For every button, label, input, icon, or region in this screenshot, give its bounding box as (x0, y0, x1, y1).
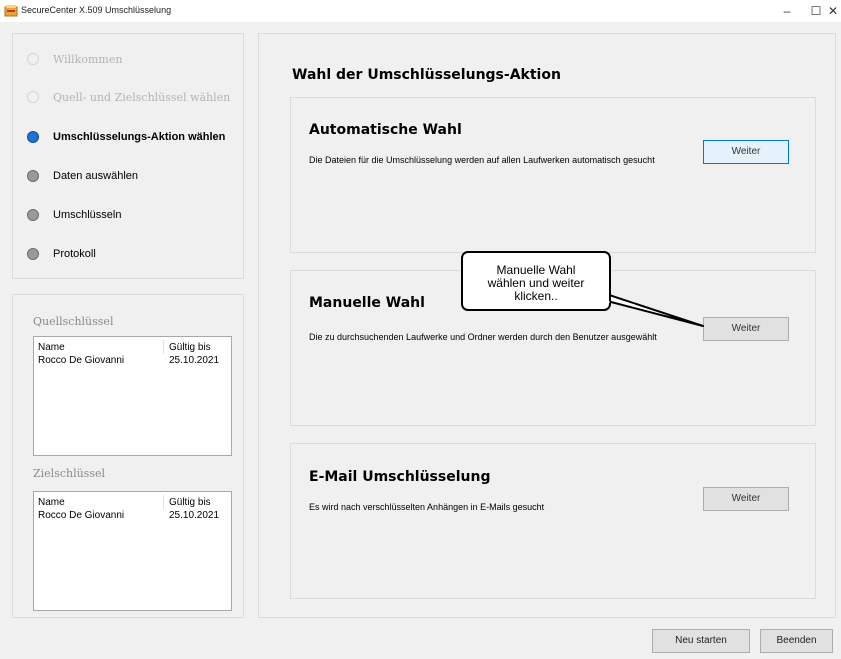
option-title: E-Mail Umschlüsselung (309, 469, 491, 485)
step-indicator-icon (27, 91, 39, 103)
step-willkommen: Willkommen (27, 51, 122, 67)
option-automatic: Automatische Wahl Die Dateien für die Um… (290, 97, 816, 253)
source-key-name[interactable]: Rocco De Giovanni (38, 355, 124, 366)
quit-button[interactable]: Beenden (760, 629, 833, 653)
title-bar: SecureCenter X.509 Umschlüsselung – ☐ ✕ (0, 0, 841, 22)
step-indicator-icon (27, 53, 39, 65)
step-label: Willkommen (53, 52, 123, 66)
step-label: Umschlüsseln (53, 209, 122, 221)
source-key-valid[interactable]: 25.10.2021 (169, 355, 219, 366)
step-label: Quell- und Zielschlüssel wählen (53, 90, 231, 104)
source-keys-heading: Quellschlüssel (33, 315, 114, 328)
automatic-next-button[interactable]: Weiter (703, 140, 789, 164)
step-protocol: Protokoll (27, 246, 96, 262)
step-label: Umschlüsselungs-Aktion wählen (53, 131, 226, 143)
column-divider (163, 340, 164, 354)
column-header-name[interactable]: Name (38, 497, 65, 508)
option-title: Manuelle Wahl (309, 295, 425, 311)
step-data: Daten auswählen (27, 168, 138, 184)
option-description: Die zu durchsuchenden Laufwerke und Ordn… (309, 332, 657, 342)
step-indicator-icon (27, 131, 39, 143)
step-indicator-icon (27, 248, 39, 260)
step-action: Umschlüsselungs-Aktion wählen (27, 129, 225, 145)
column-header-name[interactable]: Name (38, 342, 65, 353)
callout-text: Manuelle Wahl wählen und weiter klicken.… (487, 263, 585, 303)
app-icon (4, 5, 18, 17)
step-keys: Quell- und Zielschlüssel wählen (27, 89, 230, 105)
source-keys-list[interactable]: Name Gültig bis Rocco De Giovanni 25.10.… (33, 336, 232, 456)
option-description: Die Dateien für die Umschlüsselung werde… (309, 155, 655, 165)
option-description: Es wird nach verschlüsselten Anhängen in… (309, 502, 545, 512)
manual-next-button[interactable]: Weiter (703, 317, 789, 341)
action-selection-panel: Wahl der Umschlüsselungs-Aktion Automati… (258, 33, 836, 618)
email-next-button[interactable]: Weiter (703, 487, 789, 511)
step-rekey: Umschlüsseln (27, 207, 121, 223)
window-title: SecureCenter X.509 Umschlüsselung (21, 5, 172, 15)
column-divider (163, 495, 164, 509)
option-title: Automatische Wahl (309, 122, 462, 138)
target-key-name[interactable]: Rocco De Giovanni (38, 510, 124, 521)
target-keys-heading: Zielschlüssel (33, 467, 105, 480)
target-key-valid[interactable]: 25.10.2021 (169, 510, 219, 521)
column-header-valid[interactable]: Gültig bis (169, 497, 211, 508)
target-keys-list[interactable]: Name Gültig bis Rocco De Giovanni 25.10.… (33, 491, 232, 611)
wizard-steps-panel: Willkommen Quell- und Zielschlüssel wähl… (12, 33, 244, 279)
option-email: E-Mail Umschlüsselung Es wird nach versc… (290, 443, 816, 599)
close-button[interactable]: ✕ (825, 0, 841, 22)
page-title: Wahl der Umschlüsselungs-Aktion (292, 67, 561, 83)
step-indicator-icon (27, 170, 39, 182)
step-label: Protokoll (53, 248, 96, 260)
restart-button[interactable]: Neu starten (652, 629, 750, 653)
step-label: Daten auswählen (53, 170, 139, 182)
instruction-callout: Manuelle Wahl wählen und weiter klicken.… (461, 251, 611, 311)
column-header-valid[interactable]: Gültig bis (169, 342, 211, 353)
step-indicator-icon (27, 209, 39, 221)
keys-panel: Quellschlüssel Name Gültig bis Rocco De … (12, 294, 244, 618)
